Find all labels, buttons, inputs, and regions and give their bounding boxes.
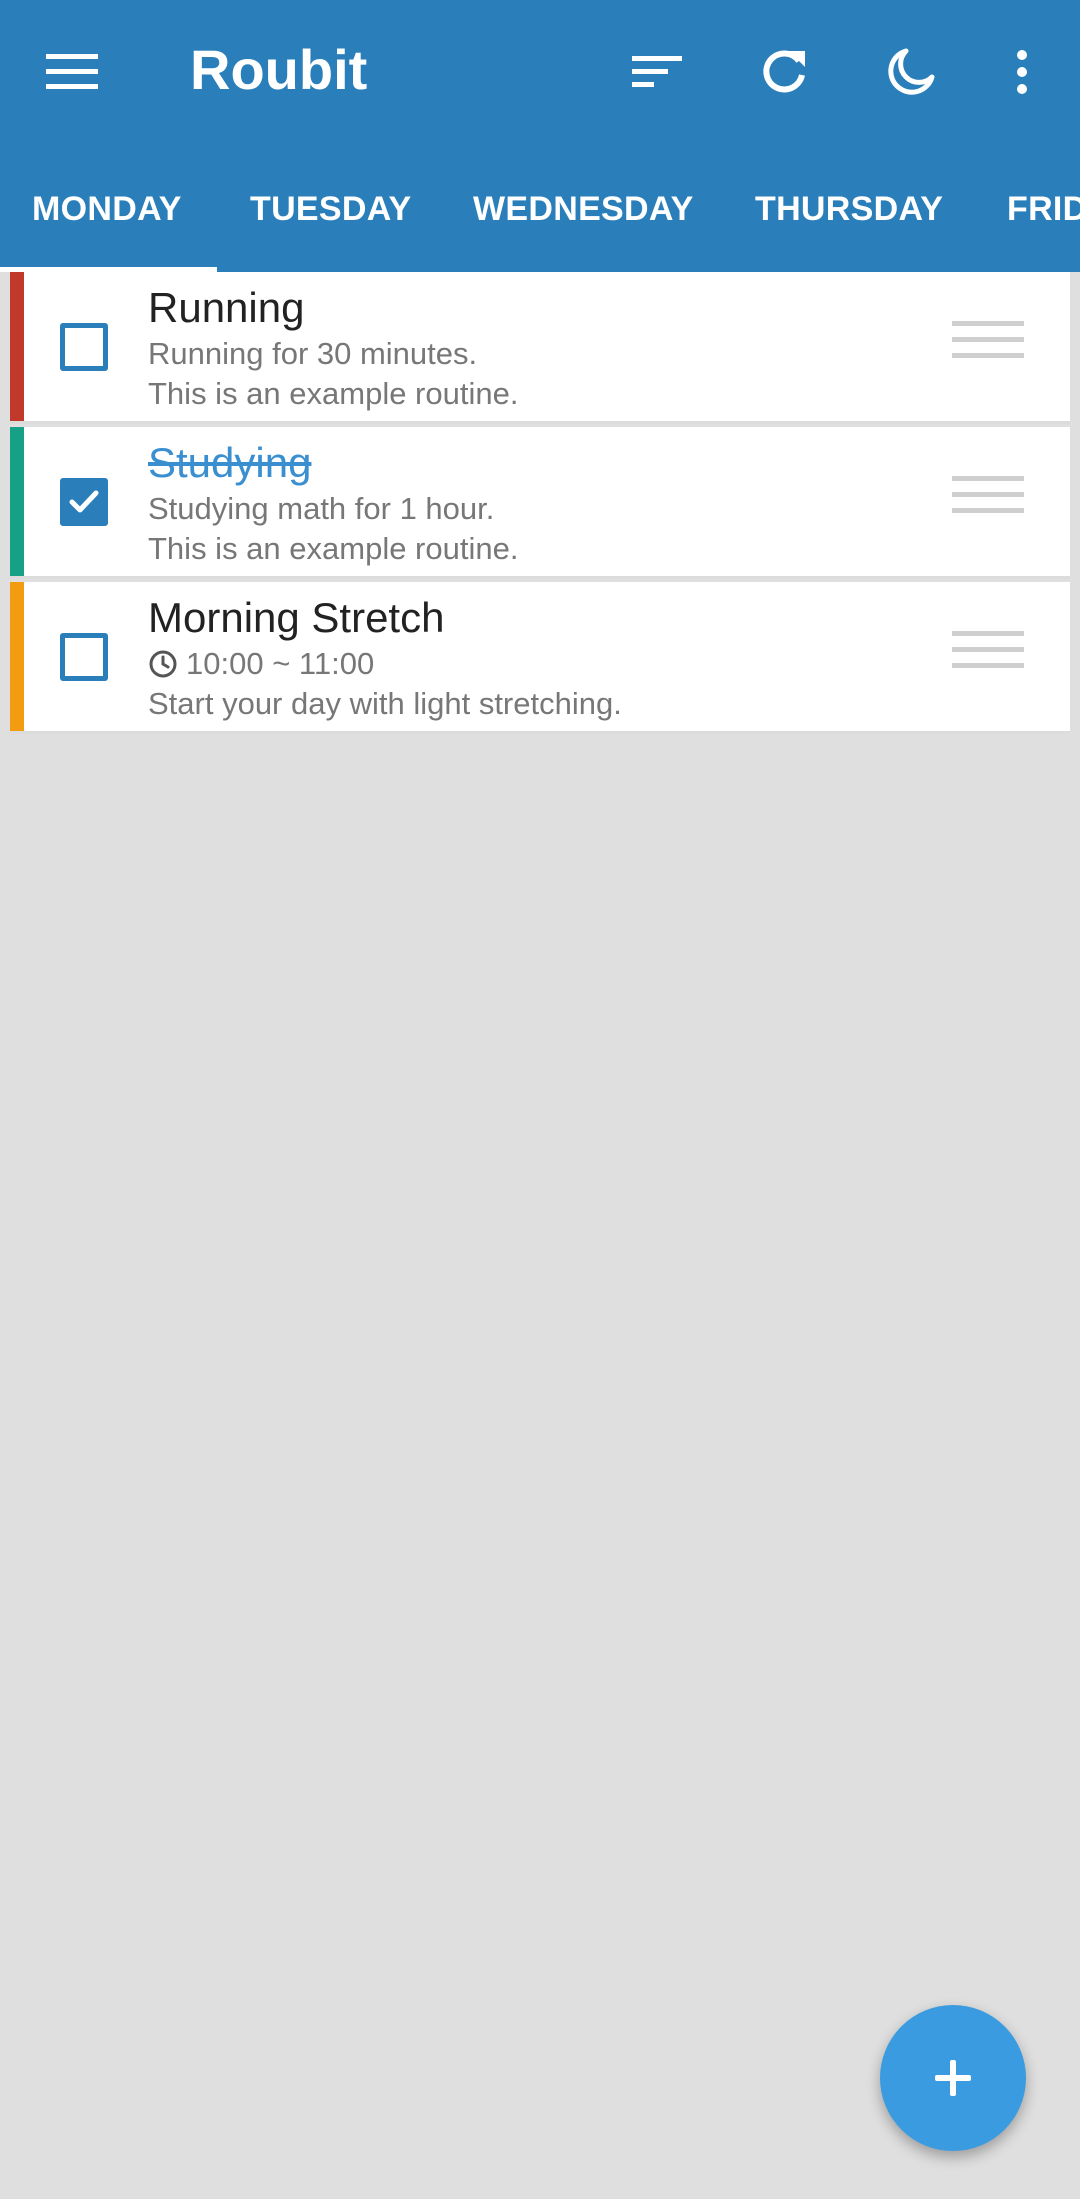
- night-mode-button[interactable]: [869, 30, 953, 114]
- refresh-button[interactable]: [742, 30, 826, 114]
- list-item[interactable]: Morning Stretch 10:00 ~ 11:00 Start your…: [10, 582, 1070, 734]
- tab-thursday[interactable]: THURSDAY: [755, 176, 943, 272]
- tab-wednesday[interactable]: WEDNESDAY: [473, 176, 694, 272]
- routine-description-line: Running for 30 minutes.: [148, 336, 478, 371]
- routine-time: 10:00 ~ 11:00: [148, 644, 928, 684]
- routine-description-line: This is an example routine.: [148, 376, 519, 411]
- hamburger-menu-icon: [46, 54, 98, 89]
- plus-icon: [935, 2060, 971, 2096]
- routine-title: Morning Stretch: [148, 594, 445, 641]
- refresh-icon: [763, 50, 805, 93]
- routine-checkbox[interactable]: [60, 477, 108, 526]
- routine-checkbox[interactable]: [60, 632, 108, 681]
- app-bar: Roubit MONDAY TUESDAY WEDNESDAY THURSDAY…: [0, 0, 1080, 272]
- moon-icon: [888, 48, 935, 95]
- sort-button[interactable]: [615, 30, 699, 114]
- routine-checkbox[interactable]: [60, 322, 108, 371]
- list-item[interactable]: Running Running for 30 minutes. This is …: [10, 272, 1070, 424]
- routine-title: Running: [148, 284, 305, 331]
- routine-title: Studying: [148, 439, 312, 486]
- routine-color-stripe: [10, 272, 24, 421]
- routine-description-line: Studying math for 1 hour.: [148, 491, 495, 526]
- routine-time-text: 10:00 ~ 11:00: [186, 646, 375, 681]
- list-item[interactable]: Studying Studying math for 1 hour. This …: [10, 427, 1070, 579]
- routine-list: Running Running for 30 minutes. This is …: [10, 272, 1070, 737]
- more-options-button[interactable]: [980, 30, 1064, 114]
- tab-tuesday[interactable]: TUESDAY: [250, 176, 411, 272]
- toolbar: Roubit: [0, 0, 1080, 144]
- tab-friday[interactable]: FRID: [1007, 176, 1080, 272]
- routine-description-line: This is an example routine.: [148, 531, 519, 566]
- sort-icon: [632, 56, 682, 87]
- drag-handle-icon[interactable]: [952, 630, 1024, 683]
- tab-monday[interactable]: MONDAY: [32, 176, 182, 272]
- day-tabs: MONDAY TUESDAY WEDNESDAY THURSDAY FRID: [0, 176, 1080, 272]
- menu-button[interactable]: [30, 30, 114, 114]
- routine-description-line: Start your day with light stretching.: [148, 686, 622, 721]
- drag-handle-icon[interactable]: [952, 475, 1024, 528]
- routine-color-stripe: [10, 427, 24, 576]
- drag-handle-icon[interactable]: [952, 320, 1024, 373]
- more-vertical-icon: [1017, 50, 1027, 94]
- app-title: Roubit: [190, 38, 368, 101]
- clock-icon: [149, 650, 177, 678]
- add-routine-button[interactable]: [880, 2005, 1026, 2151]
- routine-color-stripe: [10, 582, 24, 731]
- checkmark-icon: [69, 490, 99, 512]
